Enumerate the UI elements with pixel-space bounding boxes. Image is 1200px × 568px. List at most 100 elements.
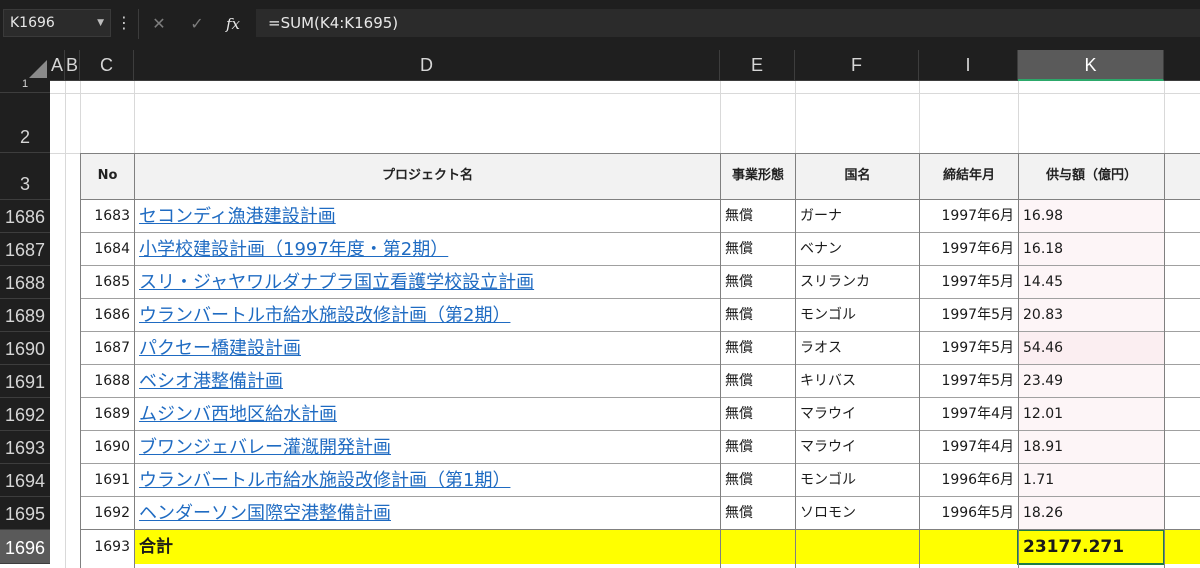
row-header-1689[interactable]: 1689 (0, 299, 50, 332)
cell-no[interactable]: 1693 (81, 530, 134, 564)
column-header-a[interactable]: A (50, 50, 65, 81)
table-border (80, 153, 81, 568)
cell-country[interactable]: ベナン (796, 233, 919, 266)
column-header-i[interactable]: I (919, 50, 1018, 81)
cell-area[interactable]: No プロジェクト名 事業形態 国名 締結年月 供与額（億円） 1683 セコン… (50, 81, 1200, 568)
cell-amount[interactable]: 14.45 (1019, 266, 1164, 299)
cell-no[interactable]: 1688 (81, 365, 134, 398)
row-header-1696[interactable]: 1696 (0, 530, 50, 564)
cell-type[interactable]: 無償 (721, 497, 795, 530)
cell-date[interactable]: 1997年5月 (920, 365, 1018, 398)
cell-date[interactable]: 1997年6月 (920, 233, 1018, 266)
header-empty (1165, 153, 1200, 199)
column-header-k[interactable]: K (1018, 50, 1164, 81)
cell-amount[interactable]: 54.46 (1019, 332, 1164, 365)
row-header-1[interactable]: 1 (0, 79, 50, 93)
cell-type[interactable]: 無償 (721, 398, 795, 431)
cell-date[interactable]: 1997年5月 (920, 266, 1018, 299)
cell-type[interactable]: 無償 (721, 266, 795, 299)
column-header-d[interactable]: D (134, 50, 720, 81)
row-header-2[interactable]: 2 (0, 93, 50, 153)
row-header-1692[interactable]: 1692 (0, 398, 50, 431)
cell-date[interactable]: 1997年4月 (920, 398, 1018, 431)
row-header-1686[interactable]: 1686 (0, 200, 50, 233)
cell-country[interactable]: ガーナ (796, 200, 919, 233)
cell-date[interactable]: 1996年6月 (920, 464, 1018, 497)
row-header-1690[interactable]: 1690 (0, 332, 50, 365)
cell-no[interactable]: 1690 (81, 431, 134, 464)
cell-date[interactable]: 1997年4月 (920, 431, 1018, 464)
project-link[interactable]: ブワンジェバレー灌漑開発計画 (135, 431, 720, 464)
row-header-1687[interactable]: 1687 (0, 233, 50, 266)
project-link[interactable]: ベシオ港整備計画 (135, 365, 720, 398)
cell-no[interactable]: 1683 (81, 200, 134, 233)
cell-country[interactable]: スリランカ (796, 266, 919, 299)
chevron-down-icon[interactable]: ▼ (97, 10, 104, 36)
cell-type[interactable]: 無償 (721, 233, 795, 266)
cell-type[interactable]: 無償 (721, 200, 795, 233)
formula-input[interactable]: =SUM(K4:K1695) (256, 9, 1200, 37)
project-link[interactable]: スリ・ジャヤワルダナプラ国立看護学校設立計画 (135, 266, 720, 299)
column-header-next[interactable] (1164, 50, 1200, 81)
cell-country[interactable]: ソロモン (796, 497, 919, 530)
cell-no[interactable]: 1689 (81, 398, 134, 431)
enter-icon[interactable]: ✓ (184, 11, 210, 37)
cell-no[interactable]: 1684 (81, 233, 134, 266)
cell-date[interactable]: 1997年5月 (920, 332, 1018, 365)
project-link[interactable]: ウランバートル市給水施設改修計画（第2期） (135, 299, 720, 332)
cell-country[interactable]: ラオス (796, 332, 919, 365)
cell-no[interactable]: 1691 (81, 464, 134, 497)
more-options-icon[interactable]: ⋮ (116, 12, 132, 36)
column-header-f[interactable]: F (795, 50, 919, 81)
row-header-1695[interactable]: 1695 (0, 497, 50, 530)
column-header-b[interactable]: B (65, 50, 80, 81)
column-header-c[interactable]: C (80, 50, 134, 81)
cell-no[interactable]: 1686 (81, 299, 134, 332)
project-link[interactable]: ムジンバ西地区給水計画 (135, 398, 720, 431)
column-header-e[interactable]: E (720, 50, 795, 81)
cell-amount[interactable]: 23.49 (1019, 365, 1164, 398)
cell-date[interactable]: 1997年5月 (920, 299, 1018, 332)
table-border (919, 153, 920, 568)
cell-amount[interactable]: 18.91 (1019, 431, 1164, 464)
cell-date[interactable]: 1997年6月 (920, 200, 1018, 233)
project-link[interactable]: ヘンダーソン国際空港整備計画 (135, 497, 720, 530)
row-header-1691[interactable]: 1691 (0, 365, 50, 398)
cell-no[interactable]: 1685 (81, 266, 134, 299)
select-all-corner[interactable] (0, 50, 50, 81)
cell-no[interactable]: 1692 (81, 497, 134, 530)
name-box[interactable]: K1696 ▼ (3, 9, 111, 37)
cell-date[interactable]: 1996年5月 (920, 497, 1018, 530)
cell-amount[interactable]: 20.83 (1019, 299, 1164, 332)
cell-country[interactable]: キリバス (796, 365, 919, 398)
total-label[interactable]: 合計 (135, 530, 720, 564)
project-link[interactable]: セコンディ漁港建設計画 (135, 200, 720, 233)
cell-country[interactable]: マラウイ (796, 431, 919, 464)
row-header-1694[interactable]: 1694 (0, 464, 50, 497)
insert-function-icon[interactable]: fx (220, 11, 246, 37)
cell-amount[interactable]: 1.71 (1019, 464, 1164, 497)
cell-amount[interactable]: 12.01 (1019, 398, 1164, 431)
divider (138, 9, 139, 39)
cell-country[interactable]: モンゴル (796, 299, 919, 332)
cell-amount[interactable]: 16.98 (1019, 200, 1164, 233)
active-cell-selection[interactable] (1017, 529, 1165, 565)
cell-type[interactable]: 無償 (721, 365, 795, 398)
cell-amount[interactable]: 18.26 (1019, 497, 1164, 530)
cell-type[interactable]: 無償 (721, 332, 795, 365)
cell-type[interactable]: 無償 (721, 299, 795, 332)
cancel-icon[interactable]: ✕ (146, 11, 172, 37)
cell-type[interactable]: 無償 (721, 464, 795, 497)
project-link[interactable]: パクセー橋建設計画 (135, 332, 720, 365)
cell-country[interactable]: モンゴル (796, 464, 919, 497)
row-header-1688[interactable]: 1688 (0, 266, 50, 299)
project-link[interactable]: 小学校建設計画（1997年度・第2期） (135, 233, 720, 266)
table-border (1018, 153, 1019, 568)
row-header-1693[interactable]: 1693 (0, 431, 50, 464)
cell-no[interactable]: 1687 (81, 332, 134, 365)
cell-amount[interactable]: 16.18 (1019, 233, 1164, 266)
row-header-3[interactable]: 3 (0, 153, 50, 200)
cell-country[interactable]: マラウイ (796, 398, 919, 431)
project-link[interactable]: ウランバートル市給水施設改修計画（第1期） (135, 464, 720, 497)
cell-type[interactable]: 無償 (721, 431, 795, 464)
